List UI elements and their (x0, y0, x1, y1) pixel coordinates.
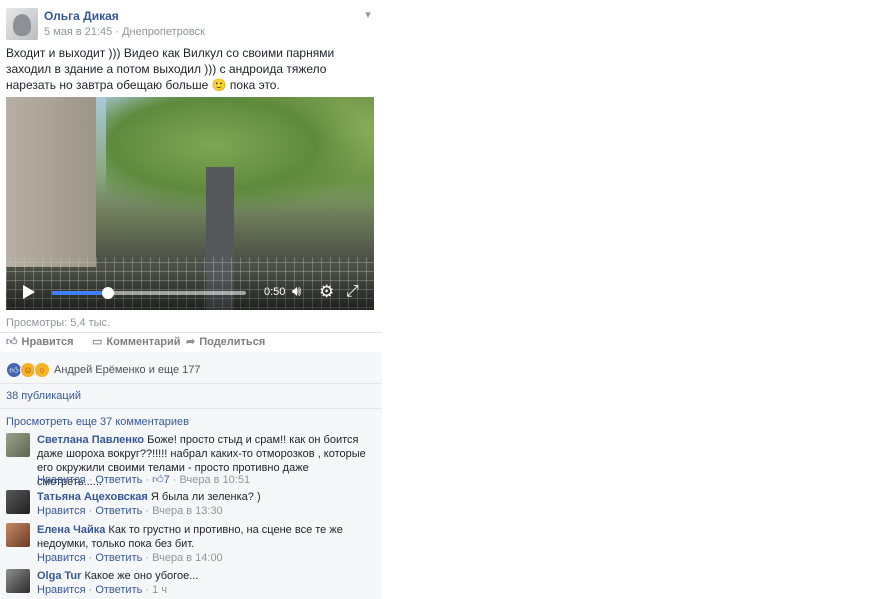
shares-link[interactable]: 38 публикаций (6, 390, 81, 402)
comment-footer: Нравится · Ответить · Вчера в 14:00 (37, 552, 223, 564)
comment-item: Татьяна Ацеховская Я была ли зеленка? ) … (6, 490, 376, 520)
post-actions: 👍︎ Нравится ▭ Комментарий ➦ Поделиться (6, 335, 376, 351)
comment-item: Елена Чайка Как то грустно и противно, н… (6, 523, 376, 565)
reactions-summary[interactable]: 👍︎ ☺ ○ Андрей Ерёменко и еще 177 (6, 362, 200, 378)
commenter-name[interactable]: Светлана Павленко (37, 434, 144, 446)
comment-reply-link[interactable]: Ответить (95, 505, 142, 517)
comment-footer: Нравится · Ответить · 👍︎7 · Вчера в 10:5… (37, 474, 251, 486)
commenter-name[interactable]: Татьяна Ацеховская (37, 491, 148, 503)
post-meta: 5 мая в 21:45 · Днепропетровск (44, 26, 205, 38)
video-time: 0:50 (264, 286, 286, 298)
volume-icon[interactable]: 🔊︎ (292, 284, 310, 300)
comment-item: Светлана Павленко Боже! просто стыд и ср… (6, 433, 376, 488)
comment-time[interactable]: Вчера в 13:30 (152, 505, 223, 517)
video-frame-trees (106, 97, 374, 217)
author-name[interactable]: Ольга Дикая (44, 9, 119, 23)
author-avatar[interactable] (6, 8, 38, 40)
video-scrub-handle[interactable] (102, 287, 115, 299)
post-date[interactable]: 5 мая в 21:45 (44, 26, 112, 38)
comment-reply-link[interactable]: Ответить (95, 552, 142, 564)
comment-like-count[interactable]: 👍︎7 (152, 474, 170, 486)
comment-body: Olga Tur Какое же оно убогое... (37, 569, 373, 583)
speech-bubble-icon: ▭ (92, 336, 103, 348)
comment-reply-link[interactable]: Ответить (95, 474, 142, 486)
comment-item: Olga Tur Какое же оно убогое... Нравится… (6, 569, 376, 597)
comment-like-link[interactable]: Нравится (37, 474, 86, 486)
comment-text: Я была ли зеленка? ) (150, 491, 261, 503)
play-icon[interactable] (23, 285, 35, 299)
divider (0, 332, 382, 333)
video-progress-bar[interactable] (52, 287, 246, 299)
share-arrow-icon: ➦ (186, 336, 196, 348)
video-player[interactable]: 0:50 🔊︎ ⚙ ⤢ (6, 97, 374, 310)
comment-footer: Нравится · Ответить · Вчера в 13:30 (37, 505, 223, 517)
comment-like-link[interactable]: Нравится (37, 552, 86, 564)
commenter-avatar[interactable] (6, 433, 30, 457)
comment-likes: 7 (163, 474, 170, 486)
comment-body: Татьяна Ацеховская Я была ли зеленка? ) (37, 490, 373, 504)
commenter-name[interactable]: Olga Tur (37, 570, 81, 582)
comment-footer: Нравится · Ответить · 1 ч (37, 584, 168, 596)
commenter-avatar[interactable] (6, 569, 30, 593)
meta-separator: · (115, 26, 120, 38)
like-button[interactable]: 👍︎ Нравится (6, 335, 74, 349)
share-button[interactable]: ➦ Поделиться (186, 335, 266, 349)
comment-label: Комментарий (106, 335, 181, 348)
post-text: Входит и выходит ))) Видео как Вилкул со… (6, 46, 335, 92)
expand-icon[interactable]: ⤢ (346, 283, 364, 301)
commenter-avatar[interactable] (6, 523, 30, 547)
comment-time[interactable]: Вчера в 10:51 (180, 474, 251, 486)
comment-reply-link[interactable]: Ответить (95, 584, 142, 596)
divider (0, 383, 382, 384)
comment-time[interactable]: Вчера в 14:00 (152, 552, 223, 564)
video-controls: 0:50 🔊︎ ⚙ ⤢ (6, 274, 374, 310)
wow-reaction-icon: ○ (34, 362, 50, 378)
comment-text: Какое же оно убогое... (84, 570, 199, 582)
video-frame-building (6, 97, 96, 267)
thumbs-up-icon: 👍︎ (152, 474, 164, 486)
divider (0, 408, 382, 409)
commenter-avatar[interactable] (6, 490, 30, 514)
comment-like-link[interactable]: Нравится (37, 505, 86, 517)
more-comments-link[interactable]: Просмотреть еще 37 комментариев (6, 416, 189, 428)
video-progress-fill (52, 291, 109, 295)
post-header: Ольга Дикая 5 мая в 21:45 · Днепропетров… (6, 6, 376, 40)
comment-like-link[interactable]: Нравится (37, 584, 86, 596)
comment-time[interactable]: 1 ч (152, 584, 167, 596)
share-label: Поделиться (199, 335, 266, 348)
gear-icon[interactable]: ⚙ (319, 283, 337, 301)
post-location[interactable]: Днепропетровск (122, 26, 205, 38)
view-count: Просмотры: 5,4 тыс. (6, 317, 111, 329)
commenter-name[interactable]: Елена Чайка (37, 524, 105, 536)
thumbs-up-icon: 👍︎ (6, 336, 18, 348)
comment-button[interactable]: ▭ Комментарий (92, 335, 181, 349)
chevron-down-icon[interactable]: ▾ (362, 8, 374, 21)
post-card: Ольга Дикая 5 мая в 21:45 · Днепропетров… (0, 0, 382, 599)
comment-body: Елена Чайка Как то грустно и противно, н… (37, 523, 373, 551)
like-label: Нравится (21, 335, 74, 348)
reactions-text: Андрей Ерёменко и еще 177 (54, 364, 201, 376)
